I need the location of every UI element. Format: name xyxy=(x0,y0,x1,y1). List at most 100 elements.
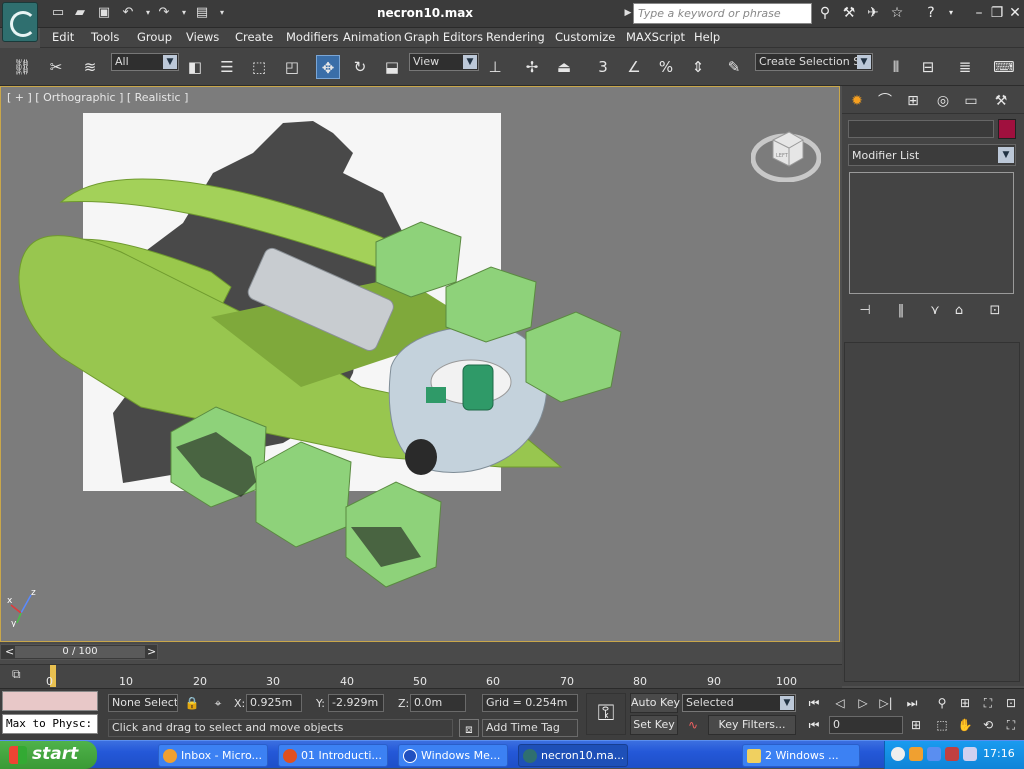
new-file-icon[interactable]: ▭ xyxy=(50,5,66,21)
link-icon[interactable]: ⛓ xyxy=(10,55,34,79)
orbit-icon[interactable]: ⟲ xyxy=(978,716,998,734)
menu-modifiers[interactable]: Modifiers xyxy=(286,30,339,44)
select-and-scale-icon[interactable]: ⬓ xyxy=(380,55,404,79)
layer-manager-icon[interactable]: ≣ xyxy=(953,55,977,79)
make-unique-icon[interactable]: ⋎ xyxy=(924,300,946,322)
mirror-icon[interactable]: ⫴ xyxy=(884,55,908,79)
frame-counter[interactable]: 0 / 100 xyxy=(15,646,145,658)
selection-lock-icon[interactable]: 🔒 xyxy=(182,694,202,712)
minimize-icon[interactable]: – xyxy=(970,4,988,22)
zoom-all-icon[interactable]: ⊞ xyxy=(955,694,975,712)
favorites-star-icon[interactable]: ☆ xyxy=(888,4,906,22)
redo-icon[interactable]: ↷ xyxy=(156,5,172,21)
menu-views[interactable]: Views xyxy=(186,30,219,44)
go-to-end-icon[interactable]: ⏭ xyxy=(902,694,922,712)
motion-tab-icon[interactable]: ◎ xyxy=(932,90,954,112)
configure-modifier-sets-icon[interactable]: ⊡ xyxy=(984,300,1006,322)
y-coordinate-field[interactable]: -2.929m xyxy=(328,694,384,712)
tray-app-icon[interactable] xyxy=(891,747,905,761)
menu-customize[interactable]: Customize xyxy=(555,30,615,44)
binoculars-icon[interactable]: ⚲ xyxy=(816,4,834,22)
named-selection-set-dropdown[interactable]: Create Selection Se ▼ xyxy=(755,53,873,71)
subscription-center-icon[interactable]: ⚒ xyxy=(840,4,858,22)
time-slider[interactable]: < 0 / 100 > xyxy=(0,644,158,660)
select-object-icon[interactable]: ◧ xyxy=(183,55,207,79)
tray-outlook-icon[interactable] xyxy=(909,747,923,761)
menu-create[interactable]: Create xyxy=(235,30,273,44)
maxscript-mini-listener-top[interactable] xyxy=(2,691,98,711)
key-filters-button[interactable]: Key Filters... xyxy=(708,715,796,735)
angle-snap-icon[interactable]: ∠ xyxy=(622,55,646,79)
time-slider-next[interactable]: > xyxy=(147,645,156,658)
tray-network-icon[interactable] xyxy=(927,747,941,761)
select-by-name-icon[interactable]: ☰ xyxy=(215,55,239,79)
default-in-out-tangents-icon[interactable]: ∿ xyxy=(683,716,703,734)
save-file-icon[interactable]: ▣ xyxy=(96,5,112,21)
tray-volume-icon[interactable] xyxy=(963,747,977,761)
object-color-swatch[interactable] xyxy=(998,119,1016,139)
utilities-tab-icon[interactable]: ⚒ xyxy=(990,90,1012,112)
tray-security-icon[interactable] xyxy=(945,747,959,761)
window-crossing-icon[interactable]: ◰ xyxy=(280,55,304,79)
open-file-icon[interactable]: ▰ xyxy=(72,5,88,21)
z-coordinate-field[interactable]: 0.0m xyxy=(410,694,466,712)
create-tab-icon[interactable]: ✹ xyxy=(846,90,868,112)
rectangular-selection-icon[interactable]: ⬚ xyxy=(247,55,271,79)
menu-edit[interactable]: Edit xyxy=(52,30,74,44)
undo-dropdown-icon[interactable]: ▾ xyxy=(140,5,156,21)
reference-coordinate-dropdown[interactable]: View ▼ xyxy=(409,53,479,71)
viewcube[interactable]: LEFT xyxy=(750,122,822,183)
previous-frame-icon[interactable]: ◁ xyxy=(830,694,850,712)
edit-named-selection-icon[interactable]: ✎ xyxy=(722,55,746,79)
graphite-modeling-tools-icon[interactable]: ⌨ xyxy=(992,55,1016,79)
play-icon[interactable]: ▷ xyxy=(853,694,873,712)
percent-snap-icon[interactable]: % xyxy=(654,55,678,79)
timeline-ruler[interactable]: ⧉ 0 10 20 30 40 50 60 70 80 90 100 xyxy=(0,664,842,688)
zoom-region-icon[interactable]: ⬚ xyxy=(932,716,952,734)
menu-graph-editors[interactable]: Graph Editors xyxy=(404,30,483,44)
absolute-mode-icon[interactable]: ⌖ xyxy=(208,694,228,712)
spinner-snap-icon[interactable]: ⇕ xyxy=(686,55,710,79)
model-necron-ship[interactable] xyxy=(1,87,841,643)
viewcube-icon[interactable]: LEFT xyxy=(750,122,822,183)
menu-group[interactable]: Group xyxy=(137,30,172,44)
maximize-viewport-icon[interactable]: ⛶ xyxy=(1001,716,1021,734)
time-configuration-icon[interactable]: ⊞ xyxy=(906,716,926,734)
select-manipulate-icon[interactable]: ✢ xyxy=(520,55,544,79)
close-icon[interactable]: ✕ xyxy=(1006,4,1024,22)
modifier-stack[interactable] xyxy=(849,172,1014,294)
menu-animation[interactable]: Animation xyxy=(343,30,402,44)
taskbar-item-firefox[interactable]: 01 Introducti... xyxy=(278,744,388,767)
key-mode-toggle-icon[interactable]: ⏮ xyxy=(804,716,824,734)
help-dropdown-icon[interactable]: ▾ xyxy=(942,4,960,22)
show-end-result-icon[interactable]: ‖ xyxy=(890,300,912,322)
go-to-start-icon[interactable]: ⏮ xyxy=(804,694,824,712)
modifier-list-dropdown[interactable]: Modifier List ▼ xyxy=(848,144,1016,166)
pin-stack-icon[interactable]: ⊣ xyxy=(854,300,876,322)
current-frame-field[interactable]: 0 xyxy=(829,716,903,734)
zoom-icon[interactable]: ⚲ xyxy=(932,694,952,712)
select-and-rotate-icon[interactable]: ↻ xyxy=(348,55,372,79)
snaps-toggle-icon[interactable]: 3 xyxy=(591,55,615,79)
unlink-icon[interactable]: ✂ xyxy=(44,55,68,79)
key-mode-dropdown[interactable]: Selected ▼ xyxy=(682,694,796,712)
pan-view-icon[interactable]: ✋ xyxy=(955,716,975,734)
display-tab-icon[interactable]: ▭ xyxy=(960,90,982,112)
x-coordinate-field[interactable]: 0.925m xyxy=(246,694,302,712)
menu-tools[interactable]: Tools xyxy=(91,30,119,44)
keyboard-shortcut-override-icon[interactable]: ⏏ xyxy=(552,55,576,79)
search-input[interactable]: Type a keyword or phrase xyxy=(633,3,812,24)
set-key-icon[interactable]: ⚿ xyxy=(586,693,626,735)
bind-space-warp-icon[interactable]: ≋ xyxy=(78,55,102,79)
pivot-center-icon[interactable]: ⊥ xyxy=(483,55,507,79)
viewport-orthographic[interactable]: [ + ] [ Orthographic ] [ Realistic ] LEF… xyxy=(0,86,840,642)
zoom-extents-all-icon[interactable]: ⊡ xyxy=(1001,694,1021,712)
start-button[interactable]: start xyxy=(0,741,97,769)
next-frame-icon[interactable]: ▷| xyxy=(876,694,896,712)
redo-dropdown-icon[interactable]: ▾ xyxy=(176,5,192,21)
add-time-tag[interactable]: Add Time Tag xyxy=(482,719,578,737)
taskbar-item-outlook[interactable]: Inbox - Micro... xyxy=(158,744,268,767)
menu-rendering[interactable]: Rendering xyxy=(486,30,545,44)
restore-icon[interactable]: ❐ xyxy=(988,4,1006,22)
set-key-button[interactable]: Set Key xyxy=(630,715,678,735)
